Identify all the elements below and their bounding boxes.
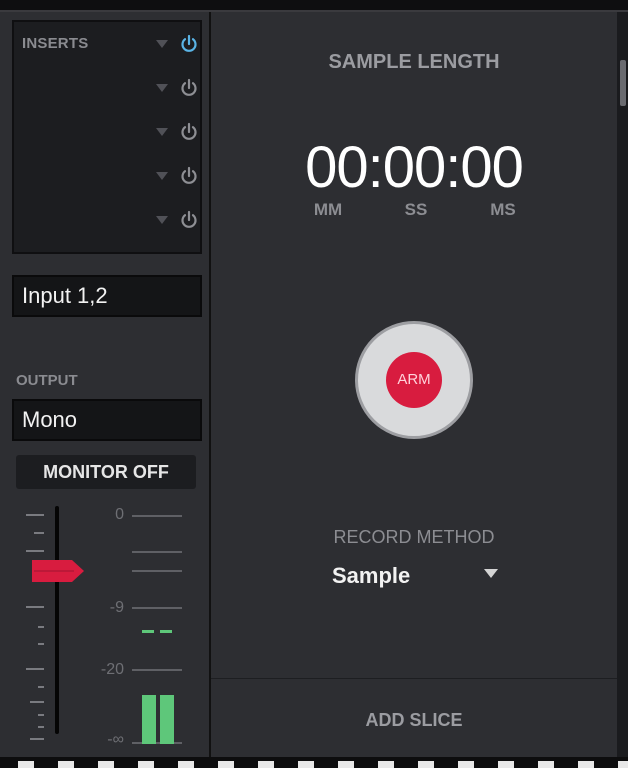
meter-label-inf: -∞ bbox=[107, 731, 124, 748]
fader-tick bbox=[30, 701, 44, 703]
piano-key[interactable] bbox=[298, 761, 314, 768]
piano-key[interactable] bbox=[138, 761, 154, 768]
input-select[interactable]: Input 1,2 bbox=[12, 275, 202, 317]
piano-strip bbox=[0, 757, 628, 768]
piano-key[interactable] bbox=[338, 761, 354, 768]
fader-tick bbox=[26, 606, 44, 608]
insert-slot-3-arrow-icon[interactable] bbox=[156, 128, 168, 136]
meter-bar-left bbox=[142, 695, 156, 744]
piano-key[interactable] bbox=[578, 761, 594, 768]
monitor-button[interactable]: MONITOR OFF bbox=[16, 455, 196, 489]
meter-label-20: -20 bbox=[100, 661, 124, 678]
sample-length-time: 00:00:00 bbox=[305, 135, 524, 200]
meter-label-9: -9 bbox=[109, 599, 124, 616]
fader-meter-area: 0 -9 -20 -∞ bbox=[0, 502, 209, 757]
piano-key[interactable] bbox=[178, 761, 194, 768]
meter-peak-left bbox=[142, 630, 154, 633]
fader-tick bbox=[26, 550, 44, 552]
piano-key[interactable] bbox=[498, 761, 514, 768]
fader-tick bbox=[38, 686, 44, 688]
insert-slot-4-power-icon[interactable] bbox=[179, 166, 199, 186]
meter-gridline bbox=[132, 607, 182, 609]
fader-knob-icon[interactable] bbox=[32, 558, 84, 584]
arm-label: ARM bbox=[386, 352, 442, 408]
meter-gridline bbox=[132, 742, 182, 744]
output-select[interactable]: Mono bbox=[12, 399, 202, 441]
meter-gridline bbox=[132, 515, 182, 517]
insert-slot-3-power-icon[interactable] bbox=[179, 122, 199, 142]
record-method-select[interactable]: Sample bbox=[332, 563, 410, 589]
insert-slot-5-power-icon[interactable] bbox=[179, 210, 199, 230]
fader-tick bbox=[34, 532, 44, 534]
sample-length-title: SAMPLE LENGTH bbox=[328, 51, 500, 73]
piano-key[interactable] bbox=[58, 761, 74, 768]
unit-ss: SS bbox=[404, 200, 428, 219]
scrollbar[interactable] bbox=[617, 12, 628, 757]
top-bar bbox=[0, 0, 628, 10]
meter-gridline bbox=[132, 669, 182, 671]
record-method-label: RECORD METHOD bbox=[333, 527, 495, 547]
unit-mm: MM bbox=[313, 200, 343, 219]
piano-key[interactable] bbox=[258, 761, 274, 768]
channel-strip: INSERTS Input 1,2 OUTPUT Mono MONITOR OF… bbox=[0, 12, 211, 757]
meter-peak-right bbox=[160, 630, 172, 633]
divider bbox=[211, 678, 617, 679]
piano-key[interactable] bbox=[18, 761, 34, 768]
fader-tick bbox=[26, 514, 44, 516]
fader-tick bbox=[30, 738, 44, 740]
meter-gridline bbox=[132, 570, 182, 572]
add-slice-button[interactable]: ADD SLICE bbox=[211, 710, 617, 731]
fader-track[interactable] bbox=[55, 506, 59, 734]
piano-key[interactable] bbox=[538, 761, 554, 768]
piano-key[interactable] bbox=[618, 761, 628, 768]
output-label: OUTPUT bbox=[16, 372, 78, 389]
piano-key[interactable] bbox=[98, 761, 114, 768]
piano-key[interactable] bbox=[418, 761, 434, 768]
meter-gridline bbox=[132, 551, 182, 553]
fader-tick bbox=[26, 668, 44, 670]
piano-key[interactable] bbox=[458, 761, 474, 768]
insert-slot-4-arrow-icon[interactable] bbox=[156, 172, 168, 180]
fader-tick bbox=[38, 714, 44, 716]
insert-slot-5-arrow-icon[interactable] bbox=[156, 216, 168, 224]
scrollbar-thumb[interactable] bbox=[620, 60, 626, 106]
inserts-panel: INSERTS bbox=[12, 20, 202, 254]
meter-label-0: 0 bbox=[115, 506, 124, 523]
unit-ms: MS bbox=[490, 200, 516, 219]
dropdown-arrow-icon[interactable] bbox=[484, 569, 498, 578]
fader-tick bbox=[38, 726, 44, 728]
arm-button[interactable]: ARM bbox=[355, 321, 473, 439]
insert-slot-1-power-icon[interactable] bbox=[179, 34, 199, 54]
fader-tick bbox=[38, 643, 44, 645]
piano-key[interactable] bbox=[218, 761, 234, 768]
piano-key[interactable] bbox=[378, 761, 394, 768]
record-panel: SAMPLE LENGTH 00:00:00 MM SS MS ARM RECO… bbox=[211, 12, 617, 757]
fader-tick bbox=[38, 626, 44, 628]
insert-slot-2-arrow-icon[interactable] bbox=[156, 84, 168, 92]
insert-slot-1-arrow-icon[interactable] bbox=[156, 40, 168, 48]
meter-bar-right bbox=[160, 695, 174, 744]
inserts-label: INSERTS bbox=[22, 35, 89, 52]
insert-slot-2-power-icon[interactable] bbox=[179, 78, 199, 98]
